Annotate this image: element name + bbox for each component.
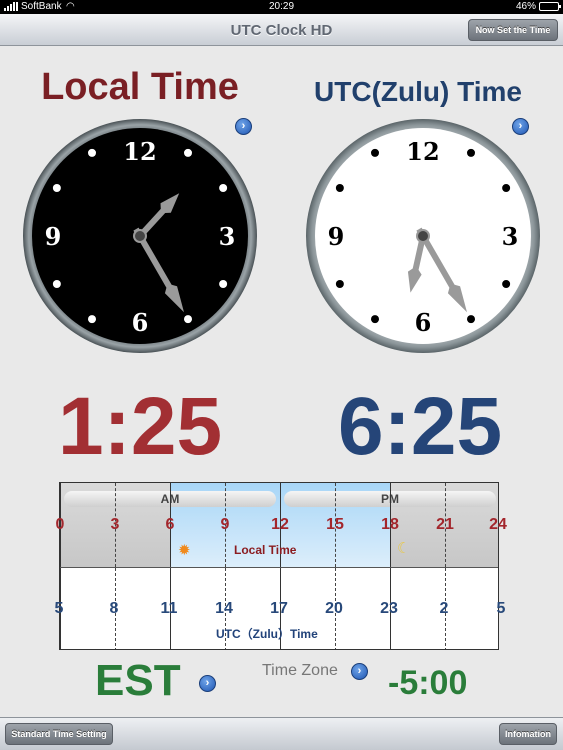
- local-clock-center: [133, 229, 147, 243]
- local-clock-hour-dot: [184, 315, 192, 324]
- utc-hour-b: 8: [109, 600, 119, 617]
- local-hour-18: 18: [381, 516, 399, 533]
- local-clock-hour-dot: [52, 280, 61, 288]
- local-hour-6: 6: [165, 516, 175, 533]
- utc-clock-hour-dot: [371, 315, 379, 324]
- local-hour-3: 3: [110, 516, 120, 533]
- utc-hour-e: 17: [270, 600, 288, 617]
- utc-scale-label: UTC（Zulu）Time: [216, 627, 318, 641]
- utc-hour-c: 11: [160, 600, 178, 617]
- now-set-time-button[interactable]: Now Set the Time: [468, 19, 558, 41]
- utc-numeral-3: 3: [502, 222, 519, 251]
- local-numeral-9: 9: [45, 222, 62, 251]
- moon-icon: ☾: [397, 540, 411, 557]
- local-hour-0: 0: [55, 516, 65, 533]
- local-clock-hour-dot: [88, 148, 96, 157]
- bottom-toolbar: Standard Time Setting Infomation: [0, 717, 563, 750]
- status-time: 20:29: [268, 1, 295, 12]
- local-hour-21: 21: [436, 516, 454, 533]
- local-hour-9: 9: [220, 516, 230, 533]
- local-analog-clock: 12 3 6 9: [23, 119, 257, 353]
- local-clock-hour-dot: [88, 315, 96, 324]
- navigation-bar: UTC Clock HD Now Set the Time: [0, 14, 563, 46]
- local-hour-12: 12: [271, 516, 289, 533]
- utc-hour-f: 20: [325, 600, 343, 617]
- local-clock-hour-dot: [219, 280, 228, 288]
- information-button[interactable]: Infomation: [499, 723, 557, 745]
- utc-clock-center: [416, 229, 430, 243]
- local-numeral-6: 6: [132, 308, 149, 337]
- timezone-name: EST: [95, 656, 181, 705]
- utc-numeral-6: 6: [415, 308, 432, 337]
- timezone-label: Time Zone: [262, 662, 338, 679]
- time-conversion-scale[interactable]: AM PM ✹ ☾ Local Time UTC（Zulu）Time: [59, 482, 499, 650]
- utc-digital-time: 6:25: [337, 381, 503, 472]
- battery-percent: 46%: [515, 1, 536, 12]
- utc-numeral-12: 12: [406, 137, 439, 166]
- utc-hour-d: 14: [215, 600, 233, 617]
- sun-icon: ✹: [178, 542, 191, 559]
- local-scale-label: Local Time: [234, 543, 297, 557]
- local-time-title: Local Time: [41, 66, 239, 108]
- utc-time-title: UTC(Zulu) Time: [314, 76, 522, 107]
- battery-icon: [539, 2, 561, 11]
- utc-hour-a: 5: [54, 600, 64, 617]
- utc-clock-hour-dot: [502, 280, 511, 288]
- local-clock-hour-dot: [219, 184, 228, 192]
- utc-clock-hour-dot: [467, 148, 475, 157]
- utc-hour-i: 5: [496, 600, 506, 617]
- standard-time-setting-button[interactable]: Standard Time Setting: [5, 723, 113, 745]
- utc-numeral-9: 9: [328, 222, 345, 251]
- utc-clock-hour-dot: [371, 148, 379, 157]
- status-bar: SoftBank ◠ 20:29 46%: [0, 0, 563, 14]
- local-hour-24: 24: [489, 516, 507, 533]
- utc-analog-clock: 12 3 6 9: [306, 119, 540, 353]
- utc-clock-hour-dot: [467, 315, 475, 324]
- timezone-offset: -5:00: [388, 664, 468, 702]
- local-clock-hour-dot: [52, 184, 61, 192]
- battery: 46%: [515, 1, 561, 12]
- utc-clock-hour-dot: [335, 280, 344, 288]
- local-numeral-12: 12: [123, 137, 156, 166]
- local-numeral-3: 3: [219, 222, 236, 251]
- timezone-detail-button[interactable]: ›: [199, 675, 216, 692]
- local-hour-15: 15: [326, 516, 344, 533]
- timezone-select-button[interactable]: ›: [351, 663, 368, 680]
- local-digital-time: 1:25: [57, 381, 223, 472]
- utc-hour-h: 2: [439, 600, 449, 617]
- local-clock-hour-dot: [184, 148, 192, 157]
- utc-clock-hour-dot: [335, 184, 344, 192]
- utc-clock-hour-dot: [502, 184, 511, 192]
- utc-hour-g: 23: [380, 600, 398, 617]
